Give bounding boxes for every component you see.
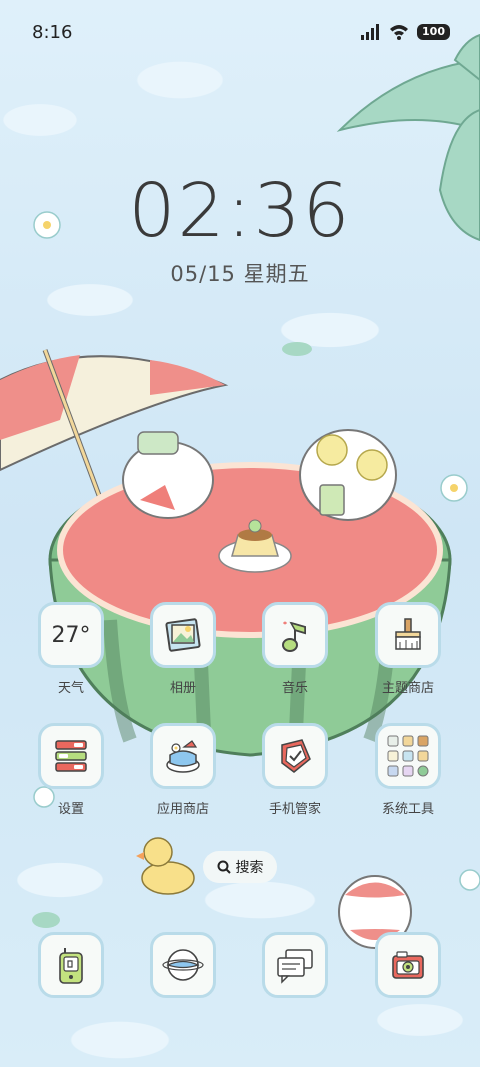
app-label: 相册 <box>169 681 196 696</box>
theme-store-tile[interactable] <box>375 602 441 668</box>
app-label: 音乐 <box>281 681 308 696</box>
app-theme-store[interactable]: 主题商店 <box>365 602 451 696</box>
theme-store-icon <box>395 618 421 650</box>
gallery-icon <box>165 618 201 652</box>
app-store-icon <box>166 740 200 773</box>
system-tools-folder-icon <box>387 735 429 777</box>
signal-icon <box>361 24 380 40</box>
dock-camera[interactable] <box>365 932 451 998</box>
weather-temperature: 27° <box>51 622 91 648</box>
search-icon <box>217 860 231 874</box>
search-button[interactable]: 搜索 <box>203 851 277 883</box>
wallpaper-illustration <box>0 33 480 949</box>
browser-icon <box>162 949 204 981</box>
security-tile[interactable] <box>262 723 328 789</box>
weather-widget[interactable]: 27° <box>38 602 104 668</box>
settings-icon <box>55 740 87 772</box>
status-bar: 8:16 100 <box>0 0 480 64</box>
music-tile[interactable] <box>262 602 328 668</box>
status-icons: 100 <box>361 24 450 40</box>
app-system-tools-folder[interactable]: 系统工具 <box>365 723 451 817</box>
app-label: 天气 <box>57 681 84 696</box>
app-label: 应用商店 <box>156 802 209 817</box>
app-weather[interactable]: 27° 天气 <box>28 602 114 696</box>
settings-tile[interactable] <box>38 723 104 789</box>
app-store-tile[interactable] <box>150 723 216 789</box>
messages-tile[interactable] <box>262 932 328 998</box>
music-icon <box>282 621 306 652</box>
gallery-tile[interactable] <box>150 602 216 668</box>
status-time: 8:16 <box>32 22 73 43</box>
browser-tile[interactable] <box>150 932 216 998</box>
app-security[interactable]: 手机管家 <box>252 723 338 817</box>
camera-tile[interactable] <box>375 932 441 998</box>
dock-browser[interactable] <box>140 932 226 998</box>
wifi-icon <box>390 25 409 40</box>
phone-tile[interactable] <box>38 932 104 998</box>
duck-decoration <box>136 837 195 895</box>
app-music[interactable]: 音乐 <box>252 602 338 696</box>
security-icon <box>281 739 311 773</box>
camera-icon <box>392 951 424 979</box>
battery-icon: 100 <box>417 24 450 40</box>
app-label: 手机管家 <box>268 802 321 817</box>
app-settings[interactable]: 设置 <box>28 723 114 817</box>
app-app-store[interactable]: 应用商店 <box>140 723 226 817</box>
dock-phone[interactable] <box>28 932 114 998</box>
lock-clock-time: 02:36 <box>128 168 352 254</box>
search-label: 搜索 <box>235 860 264 876</box>
messages-icon <box>277 949 313 984</box>
lock-clock-date: 05/15 星期五 <box>170 262 310 286</box>
phone-icon <box>59 948 83 984</box>
dock-messages[interactable] <box>252 932 338 998</box>
app-label: 设置 <box>57 802 84 817</box>
app-label: 主题商店 <box>381 681 434 696</box>
app-label: 系统工具 <box>381 802 434 817</box>
system-tools-folder-tile[interactable] <box>375 723 441 789</box>
app-gallery[interactable]: 相册 <box>140 602 226 696</box>
